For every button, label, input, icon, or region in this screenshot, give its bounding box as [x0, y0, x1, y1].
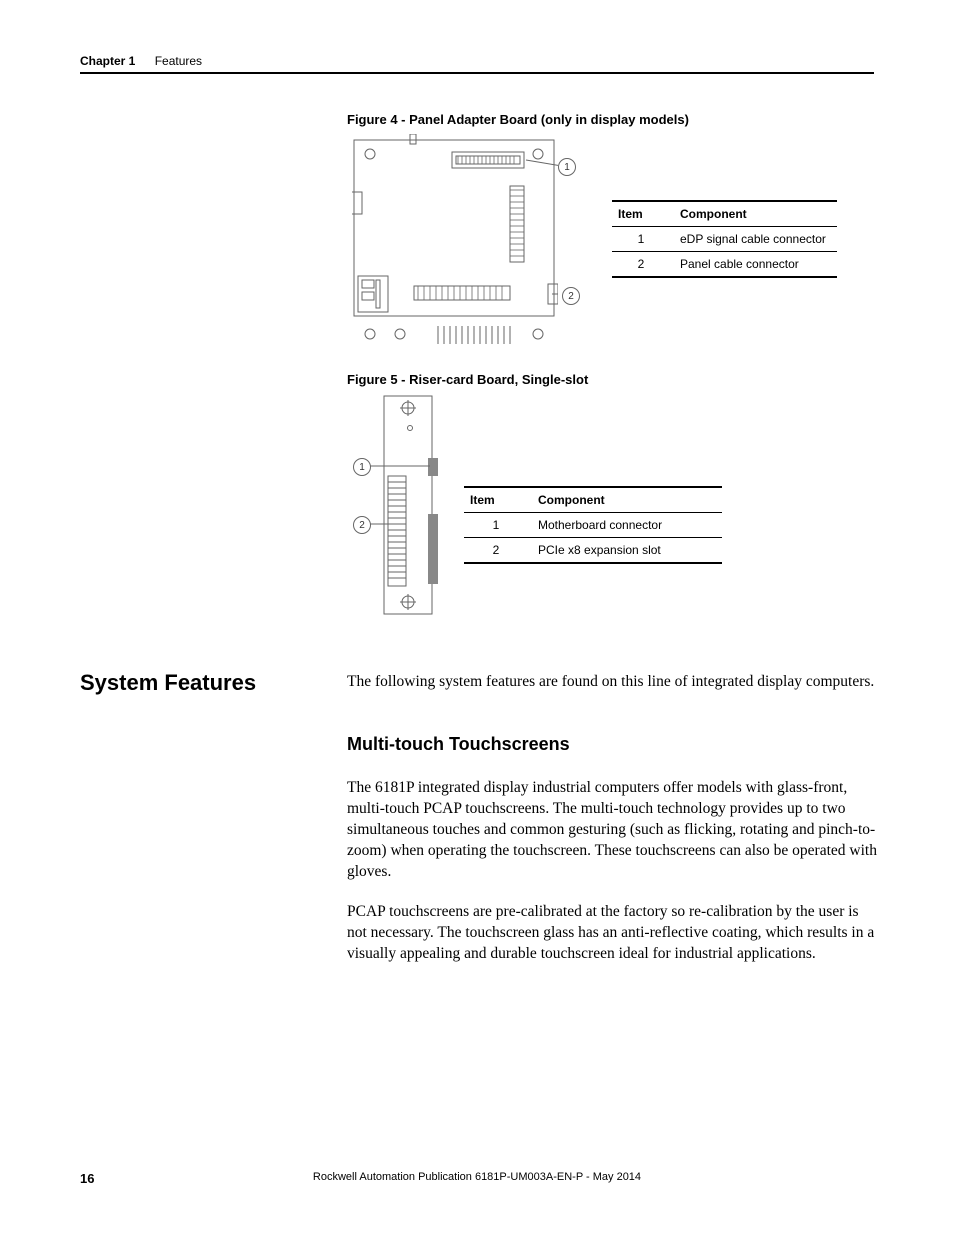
cell-component: Panel cable connector: [674, 252, 837, 278]
cell-item: 2: [464, 538, 532, 564]
figure5-diagram: [370, 394, 450, 618]
figure5-table: Item Component 1 Motherboard connector 2…: [464, 486, 722, 564]
table-row: 1 Motherboard connector: [464, 513, 722, 538]
page-number: 16: [80, 1171, 94, 1186]
multitouch-heading: Multi-touch Touchscreens: [347, 734, 570, 755]
page-footer: 16 Rockwell Automation Publication 6181P…: [80, 1171, 874, 1183]
table-header-component: Component: [532, 487, 722, 513]
page-header: Chapter 1 Features: [80, 54, 874, 74]
multitouch-para2: PCAP touchscreens are pre-calibrated at …: [347, 902, 879, 965]
cell-component: PCIe x8 expansion slot: [532, 538, 722, 564]
cell-item: 1: [464, 513, 532, 538]
figure4-caption: Figure 4 - Panel Adapter Board (only in …: [347, 112, 689, 127]
cell-item: 2: [612, 252, 674, 278]
table-row: 1 eDP signal cable connector: [612, 227, 837, 252]
table-header-component: Component: [674, 201, 837, 227]
figure4-callout-1: 1: [558, 158, 576, 176]
chapter-label: Chapter 1: [80, 54, 135, 68]
figure5-callout-2: 2: [353, 516, 371, 534]
cell-item: 1: [612, 227, 674, 252]
figure4-callout-2: 2: [562, 287, 580, 305]
figure4-diagram: [352, 134, 558, 350]
publication-info: Rockwell Automation Publication 6181P-UM…: [313, 1171, 641, 1183]
system-features-heading: System Features: [80, 670, 256, 696]
system-features-intro: The following system features are found …: [347, 672, 879, 693]
figure5-caption: Figure 5 - Riser-card Board, Single-slot: [347, 372, 588, 387]
figure4-table: Item Component 1 eDP signal cable connec…: [612, 200, 837, 278]
table-row: 2 PCIe x8 expansion slot: [464, 538, 722, 564]
cell-component: eDP signal cable connector: [674, 227, 837, 252]
multitouch-para1: The 6181P integrated display industrial …: [347, 778, 879, 883]
figure5-callout-1: 1: [353, 458, 371, 476]
table-header-item: Item: [612, 201, 674, 227]
table-row: 2 Panel cable connector: [612, 252, 837, 278]
section-label: Features: [155, 54, 202, 68]
cell-component: Motherboard connector: [532, 513, 722, 538]
table-header-item: Item: [464, 487, 532, 513]
